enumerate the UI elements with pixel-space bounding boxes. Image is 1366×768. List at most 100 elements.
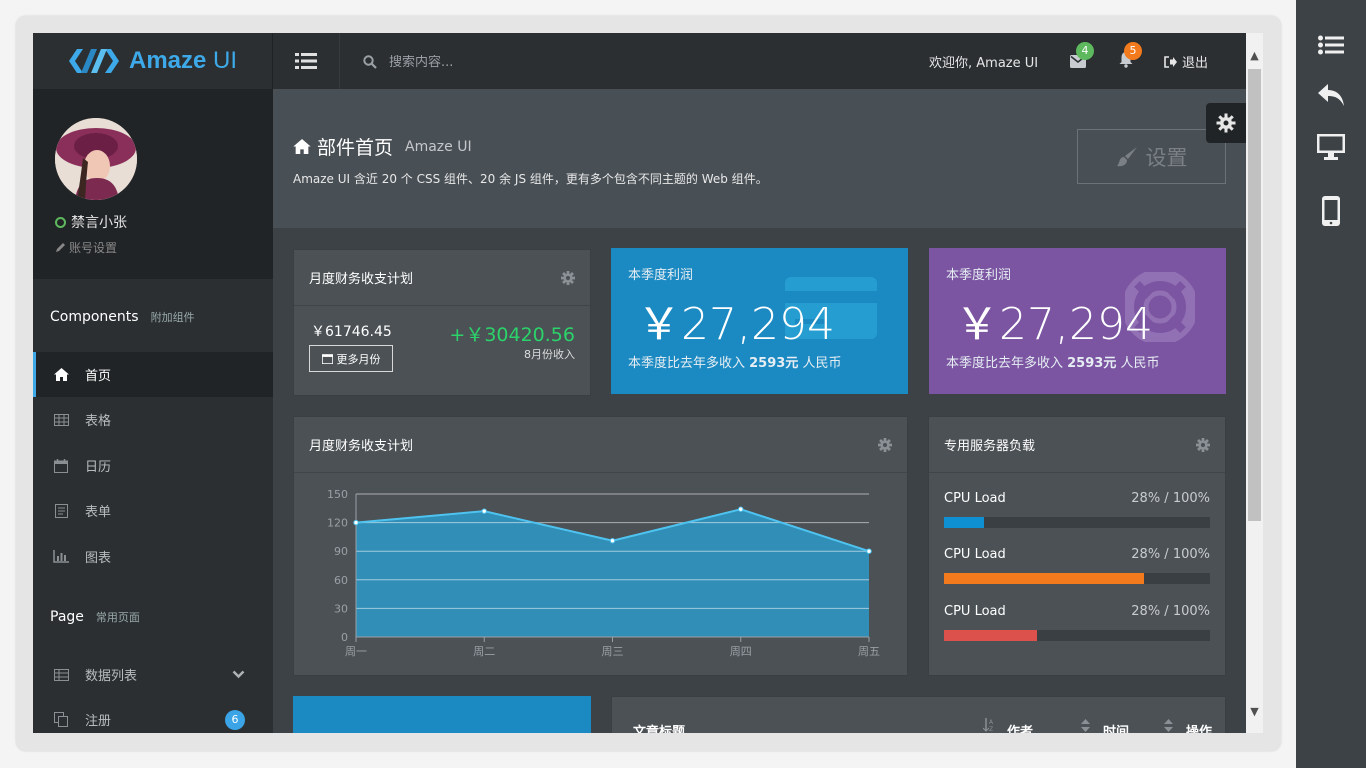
- user-name[interactable]: 禁言小张: [55, 212, 127, 232]
- sidebar-item-label: 日历: [85, 460, 112, 475]
- data-point: [353, 519, 359, 526]
- profit-card-blue: 本季度利润 ￥27,294 本季度比去年多收入 2593元 人民币: [611, 248, 908, 394]
- copy-icon: [53, 712, 69, 727]
- desktop-icon[interactable]: [1316, 134, 1346, 164]
- sidebar-item-label: 注册: [85, 714, 112, 729]
- sidebar: 禁言小张 账号设置 Components附加组件 首页 表格 日历 表单 图表: [33, 89, 273, 733]
- more-months-button[interactable]: 更多月份: [309, 345, 393, 372]
- mobile-icon[interactable]: [1316, 196, 1346, 226]
- register-count-badge: 6: [225, 709, 245, 730]
- settings-button[interactable]: 设置: [1077, 129, 1226, 184]
- x-tick-label: 周五: [858, 645, 880, 658]
- sidebar-item-register[interactable]: 注册 6: [33, 697, 273, 733]
- stat-value: ￥27,294: [955, 299, 1153, 350]
- calendar-icon: [53, 458, 69, 473]
- reply-icon[interactable]: [1316, 83, 1346, 113]
- data-point: [866, 548, 872, 554]
- welcome-text[interactable]: 欢迎你, Amaze UI: [929, 52, 1038, 71]
- card-title: 月度财务收支计划: [309, 272, 414, 287]
- sidebar-item-calendar[interactable]: 日历: [33, 443, 273, 488]
- vertical-scrollbar[interactable]: ▲ ▼: [1246, 33, 1263, 733]
- gear-icon[interactable]: [561, 270, 575, 285]
- sidebar-item-label: 表格: [85, 414, 112, 429]
- app-screen: Amaze UI 欢迎你, Amaze UI 4 5 退出: [33, 33, 1246, 733]
- sign-out-icon: [1164, 55, 1177, 68]
- table-header-time[interactable]: 时间: [1103, 721, 1129, 733]
- table-icon: [53, 668, 69, 682]
- top-bar: Amaze UI 欢迎你, Amaze UI 4 5 退出: [33, 33, 1246, 89]
- list-icon: [295, 53, 317, 69]
- menu-toggle-button[interactable]: [273, 33, 340, 89]
- stat-sub: 本季度比去年多收入 2593元 人民币: [946, 356, 1160, 371]
- user-panel: 禁言小张 账号设置: [33, 89, 273, 279]
- y-tick-label: 150: [327, 488, 348, 501]
- avatar[interactable]: [55, 118, 137, 200]
- x-tick-label: 周四: [730, 645, 752, 658]
- theme-settings-toggle[interactable]: [1206, 103, 1246, 143]
- sidebar-item-label: 表单: [85, 505, 112, 520]
- data-point: [609, 538, 616, 544]
- avatar-image: [55, 118, 137, 200]
- home-icon: [53, 368, 69, 382]
- mail-count-badge: 4: [1076, 42, 1094, 60]
- y-tick-label: 90: [334, 545, 348, 558]
- sidebar-item-home[interactable]: 首页: [33, 352, 273, 397]
- list-icon[interactable]: [1316, 32, 1346, 62]
- table-header-actions[interactable]: 操作: [1186, 721, 1212, 733]
- online-status-icon: [55, 216, 66, 228]
- x-tick-label: 周二: [473, 645, 495, 658]
- table-header-title[interactable]: 文章标题: [633, 721, 685, 733]
- scroll-up-icon[interactable]: ▲: [1246, 47, 1263, 64]
- scrollbar-thumb[interactable]: [1248, 69, 1261, 521]
- progress-bar: [944, 630, 1210, 641]
- section-title-components: Components 附加组件: [50, 309, 195, 325]
- user-name-label: 禁言小张: [71, 215, 127, 231]
- y-tick-label: 120: [327, 517, 348, 530]
- bell-count-badge: 5: [1124, 42, 1142, 60]
- sort-icon[interactable]: [1081, 719, 1090, 732]
- account-settings-link[interactable]: 账号设置: [55, 239, 117, 256]
- search-icon: [363, 55, 377, 69]
- stat-label: 本季度利润: [628, 268, 694, 283]
- chart-card: 月度财务收支计划 0 30 60 90 120 150 周一 周二 周三 周四 周五: [293, 416, 908, 676]
- stat-sub: 本季度比去年多收入 2593元 人民币: [628, 356, 842, 371]
- chevron-down-icon[interactable]: [232, 670, 245, 679]
- sidebar-item-label: 首页: [85, 369, 112, 384]
- logo-text: Amaze UI: [129, 47, 238, 74]
- sidebar-item-chart[interactable]: 图表: [33, 534, 273, 579]
- sidebar-item-label: 数据列表: [85, 669, 138, 684]
- search-box[interactable]: [363, 51, 563, 73]
- y-tick-label: 0: [341, 631, 348, 644]
- gear-icon[interactable]: [1196, 437, 1210, 452]
- stat-label: 本季度利润: [946, 268, 1012, 283]
- svg-text:A: A: [989, 719, 994, 726]
- y-tick-label: 60: [334, 574, 348, 587]
- preview-toolbar: [1296, 0, 1366, 768]
- bottom-blue-card: [293, 696, 591, 733]
- finance-income: +￥30420.56: [449, 324, 575, 346]
- area-chart: 0 30 60 90 120 150 周一 周二 周三 周四 周五: [327, 488, 880, 658]
- page-header: 部件首页 Amaze UI Amaze UI 含近 20 个 CSS 组件、20 …: [273, 89, 1246, 228]
- main-content: 部件首页 Amaze UI Amaze UI 含近 20 个 CSS 组件、20 …: [273, 89, 1246, 733]
- card-title: 专用服务器负载: [944, 439, 1036, 454]
- sidebar-item-table[interactable]: 表格: [33, 397, 273, 442]
- search-input[interactable]: [389, 54, 539, 70]
- sidebar-item-label: 图表: [85, 551, 112, 566]
- mail-button[interactable]: 4: [1066, 42, 1094, 75]
- sort-icon[interactable]: [1164, 719, 1173, 732]
- finance-income-label: 8月份收入: [524, 348, 575, 361]
- progress-bar: [944, 517, 1210, 528]
- sort-alpha-icon[interactable]: AZ: [983, 718, 994, 732]
- svg-text:Z: Z: [989, 726, 993, 732]
- sidebar-item-form[interactable]: 表单: [33, 488, 273, 533]
- gear-icon[interactable]: [878, 437, 892, 452]
- table-header-author[interactable]: 作者: [1007, 721, 1033, 733]
- logout-button[interactable]: 退出: [1164, 52, 1208, 71]
- logo[interactable]: Amaze UI: [33, 33, 273, 89]
- y-tick-label: 30: [334, 602, 348, 615]
- notifications-button[interactable]: 5: [1114, 42, 1142, 75]
- scroll-down-icon[interactable]: ▼: [1246, 703, 1263, 720]
- profit-card-purple: 本季度利润 ￥27,294 本季度比去年多收入 2593元 人民币: [929, 248, 1226, 394]
- card-title: 月度财务收支计划: [309, 439, 414, 454]
- sidebar-item-data-list[interactable]: 数据列表: [33, 652, 273, 697]
